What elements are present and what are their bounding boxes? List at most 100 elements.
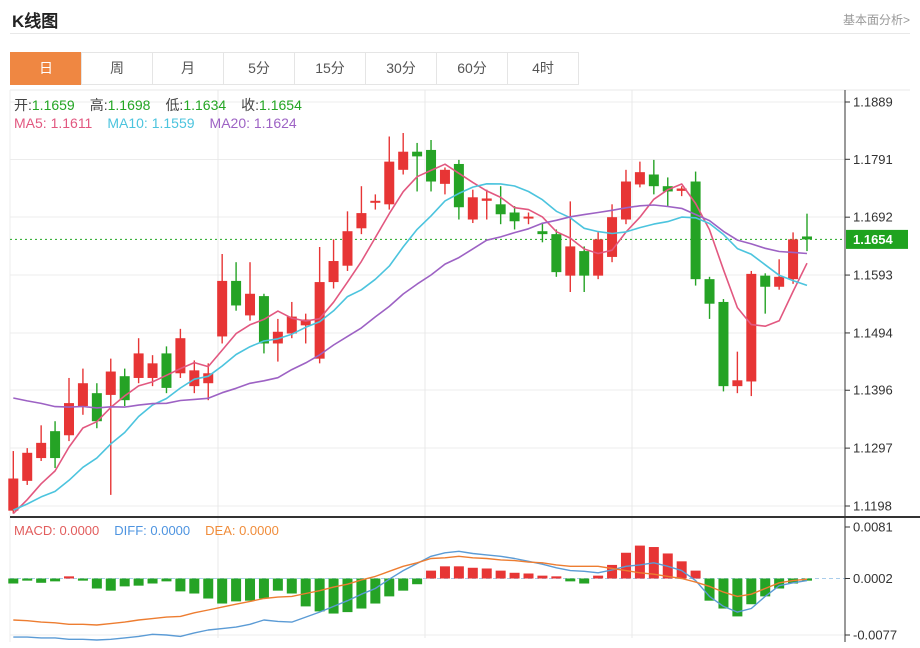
candle-body xyxy=(496,204,506,214)
candle-body xyxy=(802,236,812,239)
macd-hist-bar xyxy=(259,579,269,599)
price-badge-label: 1.1654 xyxy=(853,232,894,247)
macd-hist-bar xyxy=(106,579,116,591)
candle-body xyxy=(621,182,631,220)
macd-hist-bar xyxy=(78,579,88,581)
macd-hist-bar xyxy=(370,579,380,604)
macd-hist-bar xyxy=(245,579,255,601)
macd-hist-bar xyxy=(231,579,241,602)
tab-4时[interactable]: 4时 xyxy=(507,52,579,85)
candle-body xyxy=(551,234,561,272)
candle-body xyxy=(440,170,450,184)
macd-hist-bar xyxy=(398,579,408,591)
ma5-line xyxy=(13,164,807,513)
legend-item: 高:1.1698 xyxy=(90,95,151,115)
macd-hist-bar xyxy=(510,573,520,579)
tab-日[interactable]: 日 xyxy=(10,52,82,85)
macd-hist-bar xyxy=(537,576,547,579)
macd-hist-bar xyxy=(565,579,575,582)
macd-hist-bar xyxy=(189,579,199,594)
candle-body xyxy=(565,246,575,275)
macd-hist-bar xyxy=(22,579,32,581)
candle-body xyxy=(524,217,534,219)
ma-legend: MA5: 1.1611 MA10: 1.1559 MA20: 1.1624 xyxy=(14,115,312,131)
candle-body xyxy=(370,201,380,203)
macd-hist-bar xyxy=(134,579,144,586)
price-axis-label: 1.1692 xyxy=(853,210,893,225)
candle-body xyxy=(342,231,352,265)
price-axis-label: 1.1593 xyxy=(853,268,893,283)
macd-hist-bar xyxy=(482,568,492,578)
tab-5分[interactable]: 5分 xyxy=(223,52,295,85)
macd-hist-bar xyxy=(496,571,506,579)
ohlc-legend: 开:1.1659 高:1.1698 低:1.1634 收:1.1654 xyxy=(14,95,317,115)
price-axis-label: 1.1889 xyxy=(853,95,893,110)
macd-hist-bar xyxy=(161,579,171,582)
macd-hist-bar xyxy=(579,579,589,584)
macd-hist-bar xyxy=(217,579,227,604)
legend-item: DEA: 0.0000 xyxy=(205,523,279,538)
price-axis-label: 1.1297 xyxy=(853,441,893,456)
macd-hist-bar xyxy=(607,565,617,579)
candle-body xyxy=(384,162,394,205)
candle-body xyxy=(412,152,422,157)
price-axis-label: 1.1198 xyxy=(853,499,892,514)
macd-legend: MACD: 0.0000DIFF: 0.0000DEA: 0.0000 xyxy=(14,523,294,538)
candle-body xyxy=(217,281,227,337)
candle-body xyxy=(635,172,645,184)
candle-body xyxy=(398,152,408,170)
candle-body xyxy=(718,302,728,386)
macd-hist-bar xyxy=(412,579,422,585)
macd-hist-bar xyxy=(148,579,158,584)
tab-60分[interactable]: 60分 xyxy=(436,52,508,85)
macd-hist-bar xyxy=(705,579,715,601)
macd-hist-bar xyxy=(50,579,60,582)
candle-body xyxy=(760,276,770,287)
macd-hist-bar xyxy=(175,579,185,592)
candle-body xyxy=(482,198,492,200)
tab-月[interactable]: 月 xyxy=(152,52,224,85)
price-axis-label: 1.1494 xyxy=(853,325,893,340)
candle-body xyxy=(245,294,255,316)
tab-15分[interactable]: 15分 xyxy=(294,52,366,85)
macd-hist-bar xyxy=(36,579,46,583)
candle-body xyxy=(50,431,60,458)
legend-item: MA5: 1.1611 xyxy=(14,115,92,131)
candle-body xyxy=(134,353,144,378)
candle-body xyxy=(356,213,366,228)
legend-item: 收:1.1654 xyxy=(241,95,302,115)
candle-body xyxy=(705,279,715,304)
legend-item: 开:1.1659 xyxy=(14,95,75,115)
legend-item: MA20: 1.1624 xyxy=(210,115,297,131)
macd-hist-bar xyxy=(440,566,450,578)
macd-hist-bar xyxy=(120,579,130,587)
ma20-line xyxy=(13,205,807,408)
interval-tabbar: 日周月5分15分30分60分4时 xyxy=(10,52,579,85)
ma10-line xyxy=(13,184,807,510)
tab-周[interactable]: 周 xyxy=(81,52,153,85)
legend-item: 低:1.1634 xyxy=(165,95,226,115)
candle-body xyxy=(746,274,756,382)
candle-body xyxy=(649,174,659,186)
candle-body xyxy=(106,372,116,395)
legend-item: MACD: 0.0000 xyxy=(14,523,99,538)
candle-body xyxy=(426,150,436,182)
macd-hist-bar xyxy=(524,573,534,578)
macd-hist-bar xyxy=(593,576,603,579)
candle-body xyxy=(315,282,325,359)
candle-body xyxy=(774,277,784,287)
candle-body xyxy=(788,239,798,279)
candle-body xyxy=(231,281,241,306)
candle-body xyxy=(161,353,171,387)
macd-hist-bar xyxy=(454,566,464,578)
legend-item: MA10: 1.1559 xyxy=(107,115,194,131)
candle-body xyxy=(22,453,32,481)
macd-axis-label: 0.0002 xyxy=(853,571,893,586)
tab-30分[interactable]: 30分 xyxy=(365,52,437,85)
macd-hist-bar xyxy=(426,571,436,579)
macd-hist-bar xyxy=(746,579,756,605)
macd-hist-bar xyxy=(8,579,18,584)
candle-body xyxy=(78,383,88,406)
macd-hist-bar xyxy=(273,579,283,591)
candle-body xyxy=(8,479,18,511)
